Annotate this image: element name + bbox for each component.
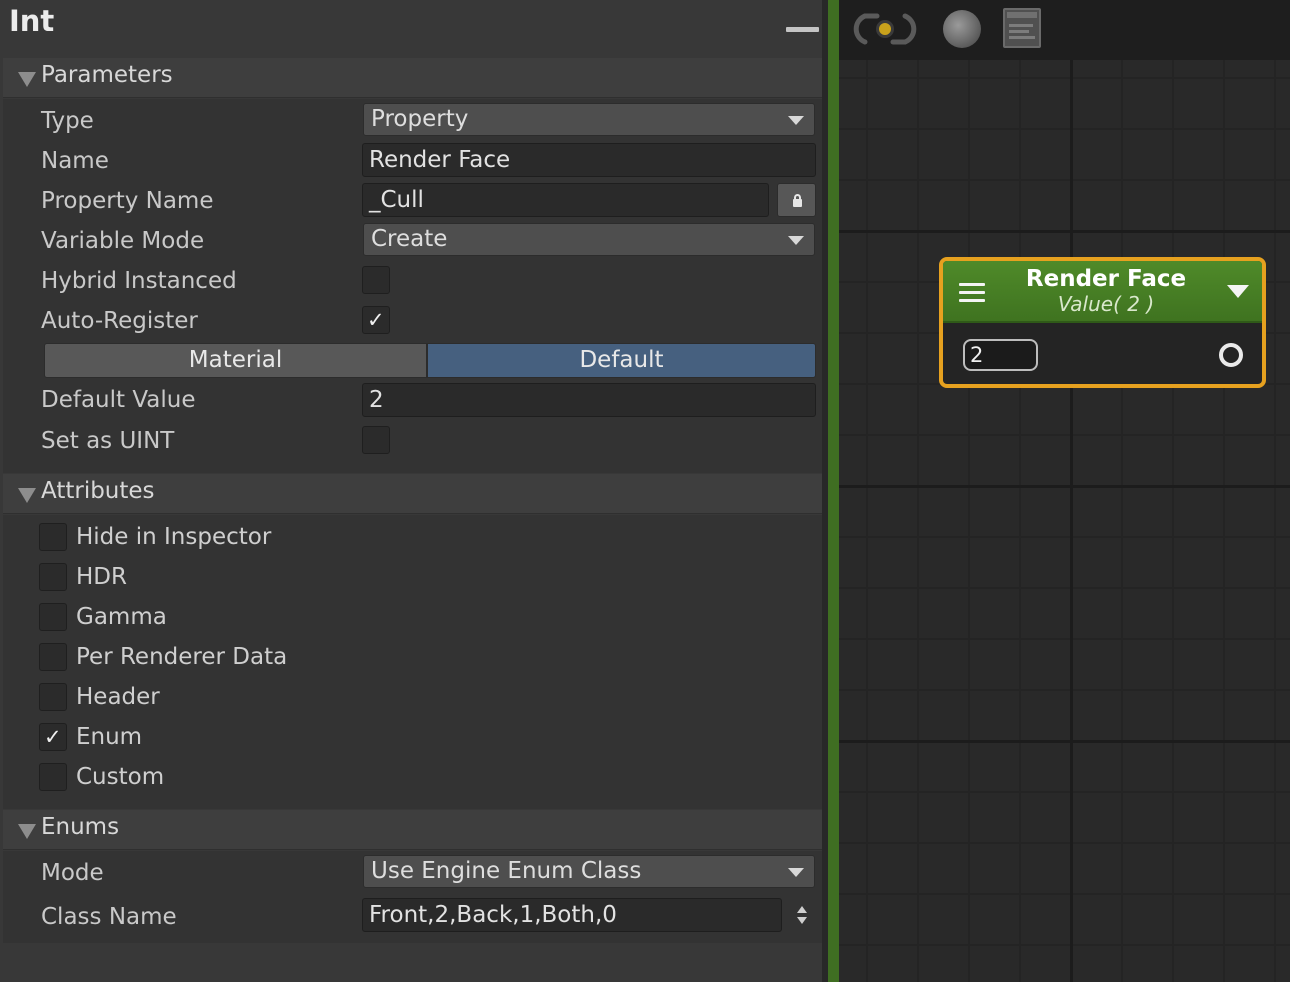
section-header-attributes[interactable]: Attributes xyxy=(3,474,822,514)
section-title: Enums xyxy=(41,814,120,840)
default-value-field[interactable]: 2 xyxy=(362,383,816,417)
inspector-title: Int xyxy=(9,4,55,38)
gamma-label: Gamma xyxy=(76,604,167,630)
enum-checkbox[interactable]: ✓ xyxy=(39,723,67,751)
header-label: Header xyxy=(76,684,160,710)
mode-dropdown[interactable]: Use Engine Enum Class xyxy=(363,855,815,888)
foldout-triangle-icon xyxy=(18,488,36,503)
set-as-uint-label: Set as UINT xyxy=(41,428,175,454)
variable-mode-value: Create xyxy=(371,226,448,252)
foldout-triangle-icon xyxy=(18,72,36,87)
default-value-label: Default Value xyxy=(41,387,196,413)
node-subtitle: Value( 2 ) xyxy=(1057,292,1155,316)
hybrid-instanced-checkbox[interactable] xyxy=(362,266,390,294)
section-header-enums[interactable]: Enums xyxy=(3,810,822,850)
auto-register-checkbox[interactable]: ✓ xyxy=(362,306,390,334)
collapse-arrow-icon[interactable] xyxy=(1227,285,1249,298)
variable-mode-dropdown[interactable]: Create xyxy=(363,223,815,256)
section-title: Attributes xyxy=(41,478,155,504)
type-dropdown-value: Property xyxy=(371,106,469,132)
lock-icon-body xyxy=(793,199,802,207)
inspector-title-bar: Int xyxy=(0,0,822,58)
node-value-field[interactable]: 2 xyxy=(963,339,1038,371)
auto-register-label: Auto-Register xyxy=(41,308,198,334)
section-title: Parameters xyxy=(41,62,173,88)
foldout-triangle-icon xyxy=(18,824,36,839)
graph-canvas[interactable] xyxy=(839,0,1290,982)
property-name-value: _Cull xyxy=(369,187,424,213)
dropdown-arrow-icon xyxy=(788,116,804,125)
gamma-checkbox[interactable] xyxy=(39,603,67,631)
custom-label: Custom xyxy=(76,764,165,790)
section-header-parameters[interactable]: Parameters xyxy=(3,58,822,98)
custom-checkbox[interactable] xyxy=(39,763,67,791)
property-name-label: Property Name xyxy=(41,188,214,214)
hide-in-inspector-label: Hide in Inspector xyxy=(76,524,272,550)
default-value: 2 xyxy=(369,387,384,413)
checkmark-icon: ✓ xyxy=(367,308,385,332)
header-checkbox[interactable] xyxy=(39,683,67,711)
window-icon[interactable] xyxy=(1003,8,1041,48)
per-renderer-data-label: Per Renderer Data xyxy=(76,644,288,670)
dropdown-arrow-icon xyxy=(788,236,804,245)
property-node[interactable]: Render Face Value( 2 ) 2 xyxy=(939,257,1266,388)
tab-material[interactable]: Material xyxy=(44,343,427,378)
name-field-value: Render Face xyxy=(369,147,511,173)
dropdown-arrow-icon xyxy=(788,868,804,877)
class-name-value: Front,2,Back,1,Both,0 xyxy=(369,902,617,928)
class-name-label: Class Name xyxy=(41,904,177,930)
property-name-field[interactable]: _Cull xyxy=(362,183,769,217)
per-renderer-data-checkbox[interactable] xyxy=(39,643,67,671)
mode-value: Use Engine Enum Class xyxy=(371,858,642,884)
hybrid-instanced-label: Hybrid Instanced xyxy=(41,268,237,294)
hamburger-menu-icon[interactable] xyxy=(959,283,985,305)
class-name-field[interactable]: Front,2,Back,1,Both,0 xyxy=(362,898,782,932)
enum-label: Enum xyxy=(76,724,143,750)
node-title: Render Face xyxy=(1025,266,1187,292)
hdr-checkbox[interactable] xyxy=(39,563,67,591)
hdr-label: HDR xyxy=(76,564,127,590)
output-port-icon[interactable] xyxy=(1219,343,1243,367)
variable-mode-label: Variable Mode xyxy=(41,228,205,254)
live-preview-icon[interactable] xyxy=(851,10,919,48)
sphere-preview-icon[interactable] xyxy=(943,10,981,48)
resize-handle[interactable] xyxy=(828,0,839,982)
lock-button[interactable] xyxy=(777,183,816,217)
mode-label: Mode xyxy=(41,860,104,886)
name-field[interactable]: Render Face xyxy=(362,143,816,177)
inspector-panel: Int Parameters Type Property Name Render… xyxy=(0,0,822,982)
node-value: 2 xyxy=(970,343,984,367)
minimize-button[interactable] xyxy=(786,27,819,32)
checkmark-icon: ✓ xyxy=(44,725,62,749)
name-label: Name xyxy=(41,148,109,174)
stepper-arrows-icon[interactable] xyxy=(795,905,809,927)
hide-in-inspector-checkbox[interactable] xyxy=(39,523,67,551)
type-dropdown[interactable]: Property xyxy=(363,103,815,136)
set-as-uint-checkbox[interactable] xyxy=(362,426,390,454)
tab-default[interactable]: Default xyxy=(427,343,816,378)
node-header[interactable]: Render Face Value( 2 ) xyxy=(943,261,1262,323)
type-label: Type xyxy=(41,108,94,134)
